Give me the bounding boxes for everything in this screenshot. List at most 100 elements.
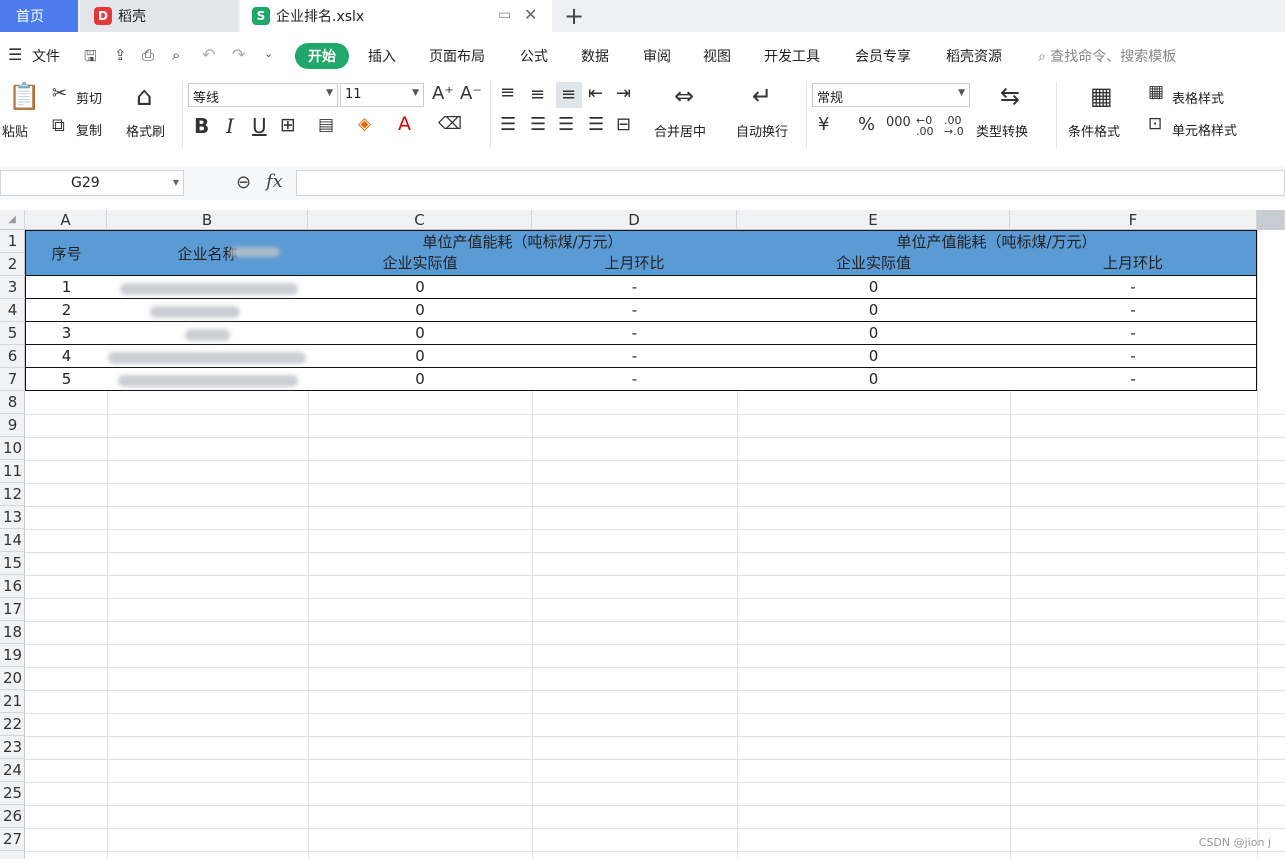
fill-color-icon[interactable]: ◈ xyxy=(358,116,371,133)
border-icon[interactable]: ⊞ xyxy=(280,116,296,135)
row-header[interactable]: 16 xyxy=(0,575,25,598)
column-header-d[interactable]: D xyxy=(532,210,737,230)
header-energy-group-2[interactable]: 单位产值能耗（吨标煤/万元） xyxy=(737,230,1257,253)
cell-actual-c[interactable]: 0 xyxy=(308,368,533,391)
distributed-align-icon[interactable]: ⊟ xyxy=(616,116,631,134)
cell-seq[interactable]: 2 xyxy=(25,299,108,322)
tab-view[interactable]: 视图 xyxy=(703,46,731,66)
row-header[interactable]: 12 xyxy=(0,483,25,506)
new-tab-button[interactable]: + xyxy=(562,2,586,30)
monitor-icon[interactable]: ▭ xyxy=(498,7,511,23)
cell-mom-f[interactable]: - xyxy=(1010,299,1257,322)
tab-insert[interactable]: 插入 xyxy=(368,46,396,66)
column-header-a[interactable]: A xyxy=(25,210,107,230)
tab-member[interactable]: 会员专享 xyxy=(855,46,911,66)
row-header[interactable]: 17 xyxy=(0,598,25,621)
cell-actual-e[interactable]: 0 xyxy=(737,322,1011,345)
increase-decimal-icon[interactable]: ←0.00 xyxy=(916,115,934,137)
align-left-icon[interactable]: ☰ xyxy=(500,116,516,134)
row-header[interactable]: 19 xyxy=(0,644,25,667)
cut-button[interactable]: 剪切 xyxy=(76,88,102,107)
cell-mom-d[interactable]: - xyxy=(532,299,738,322)
cell-actual-e[interactable]: 0 xyxy=(737,368,1011,391)
cell-seq[interactable]: 4 xyxy=(25,345,108,368)
row-header[interactable]: 25 xyxy=(0,782,25,805)
align-right-icon[interactable]: ☰ xyxy=(558,116,574,134)
row-header[interactable]: 14 xyxy=(0,529,25,552)
column-header-g[interactable] xyxy=(1257,210,1285,230)
cell-mom-f[interactable]: - xyxy=(1010,322,1257,345)
cell-style-button[interactable]: 单元格样式 xyxy=(1172,120,1237,139)
row-header[interactable]: 23 xyxy=(0,736,25,759)
cell-mom-f[interactable]: - xyxy=(1010,345,1257,368)
header-seq[interactable]: 序号 xyxy=(25,230,108,276)
align-center-icon[interactable]: ☰ xyxy=(530,116,546,134)
font-size-select[interactable]: 11 ▼ xyxy=(340,83,424,107)
select-all-corner[interactable]: ◢ xyxy=(0,210,25,230)
undo-icon[interactable]: ↶ xyxy=(202,45,215,64)
row-header[interactable]: 4 xyxy=(0,299,25,322)
format-painter-button[interactable]: 格式刷 xyxy=(126,121,165,140)
print-preview-icon[interactable]: ⌕ xyxy=(172,46,180,64)
tab-document[interactable]: S 企业排名.xslx ▭ ✕ xyxy=(240,0,552,32)
cell-mom-d[interactable]: - xyxy=(532,345,738,368)
row-header[interactable]: 18 xyxy=(0,621,25,644)
redo-icon[interactable]: ↷ xyxy=(232,45,245,64)
cell-actual-c[interactable]: 0 xyxy=(308,299,533,322)
header-mom-d[interactable]: 上月环比 xyxy=(532,252,738,276)
formula-input[interactable] xyxy=(296,170,1285,196)
row-header[interactable]: 15 xyxy=(0,552,25,575)
hamburger-icon[interactable]: ☰ xyxy=(8,45,22,64)
tab-docer-resources[interactable]: 稻壳资源 xyxy=(946,46,1002,66)
copy-button[interactable]: 复制 xyxy=(76,120,102,139)
export-icon[interactable]: ⇪ xyxy=(114,46,127,64)
row-header[interactable]: 13 xyxy=(0,506,25,529)
tab-data[interactable]: 数据 xyxy=(581,46,609,66)
menu-file[interactable]: 文件 xyxy=(32,46,60,66)
tab-formula[interactable]: 公式 xyxy=(520,46,548,66)
tab-docer[interactable]: D 稻壳 xyxy=(80,0,238,32)
bold-icon[interactable]: B xyxy=(194,116,209,136)
decrease-indent-icon[interactable]: ⇤ xyxy=(588,85,603,103)
save-icon[interactable]: 🖫 xyxy=(84,46,97,71)
justify-icon[interactable]: ☰ xyxy=(588,116,604,134)
percent-icon[interactable]: % xyxy=(858,116,875,134)
underline-icon[interactable]: U xyxy=(252,116,267,136)
cell-seq[interactable]: 1 xyxy=(25,276,108,299)
fill-pattern-icon[interactable]: ▤ xyxy=(318,117,334,134)
header-mom-f[interactable]: 上月环比 xyxy=(1010,252,1257,276)
row-header[interactable]: 24 xyxy=(0,759,25,782)
cell-mom-d[interactable]: - xyxy=(532,276,738,299)
close-icon[interactable]: ✕ xyxy=(524,5,537,24)
row-header[interactable]: 20 xyxy=(0,667,25,690)
cell-seq[interactable]: 5 xyxy=(25,368,108,391)
cell-mom-f[interactable]: - xyxy=(1010,276,1257,299)
header-actual-e[interactable]: 企业实际值 xyxy=(737,252,1011,276)
row-header[interactable]: 5 xyxy=(0,322,25,345)
increase-font-icon[interactable]: A⁺ xyxy=(432,85,454,103)
row-header[interactable]: 22 xyxy=(0,713,25,736)
decrease-font-icon[interactable]: A⁻ xyxy=(460,85,482,103)
number-format-select[interactable]: 常规 ▼ xyxy=(812,83,970,107)
header-actual-c[interactable]: 企业实际值 xyxy=(308,252,533,276)
cell-mom-f[interactable]: - xyxy=(1010,368,1257,391)
row-header[interactable]: 2 xyxy=(0,253,25,276)
row-header[interactable]: 9 xyxy=(0,414,25,437)
row-header[interactable]: 26 xyxy=(0,805,25,828)
tab-home[interactable]: 首页 xyxy=(0,0,78,32)
font-color-icon[interactable]: A xyxy=(398,115,411,134)
name-box[interactable]: G29 ▼ xyxy=(0,170,184,196)
row-header[interactable]: 1 xyxy=(0,230,25,253)
cell-seq[interactable]: 3 xyxy=(25,322,108,345)
chevron-down-icon[interactable]: ⌄ xyxy=(264,47,273,60)
column-header-e[interactable]: E xyxy=(737,210,1010,230)
row-header[interactable]: 8 xyxy=(0,391,25,414)
print-icon[interactable]: ⎙ xyxy=(142,46,154,64)
decrease-decimal-icon[interactable]: .00 →.0 xyxy=(944,115,964,137)
conditional-format-button[interactable]: 条件格式 xyxy=(1068,121,1120,140)
zoom-icon[interactable]: ⊖ xyxy=(236,172,251,193)
cell-actual-e[interactable]: 0 xyxy=(737,345,1011,368)
tab-page-layout[interactable]: 页面布局 xyxy=(429,46,485,66)
row-header[interactable]: 3 xyxy=(0,276,25,299)
row-header[interactable]: 7 xyxy=(0,368,25,391)
